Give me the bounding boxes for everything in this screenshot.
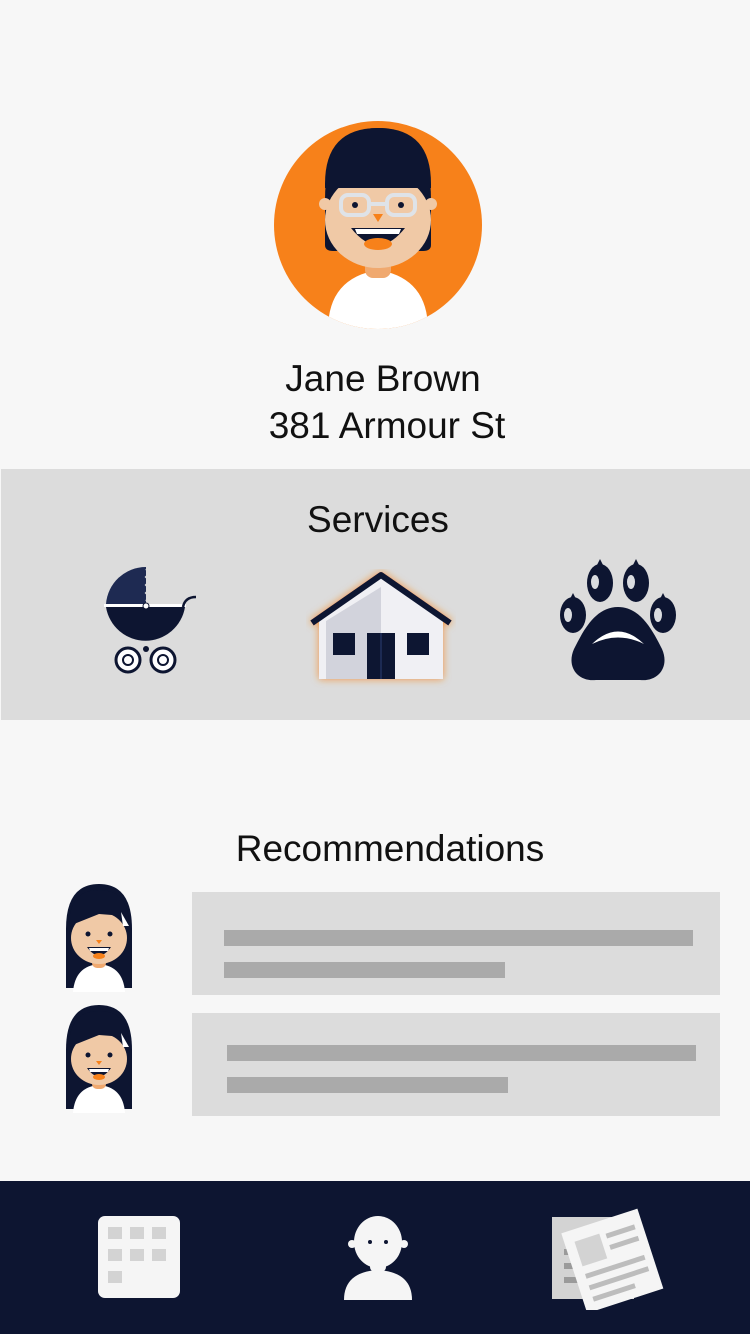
placeholder-line (227, 1077, 508, 1093)
recommendation-card[interactable] (192, 1013, 720, 1116)
paw-icon (560, 559, 676, 681)
recommendation-item[interactable] (0, 884, 750, 996)
stroller-icon (104, 566, 197, 674)
service-house-sitting-button[interactable]: House sitting (306, 569, 456, 689)
recommender-avatar-icon (66, 884, 132, 992)
profile-address: 381 Armour St (268, 405, 506, 446)
bottom-nav: Calendar Profile News (0, 1181, 750, 1334)
nav-news[interactable]: News (552, 1205, 667, 1314)
services-title: Services (307, 499, 449, 540)
placeholder-line (224, 962, 505, 978)
placeholder-line (227, 1045, 696, 1061)
service-pet-care-button[interactable]: Pet care (556, 549, 681, 684)
placeholder-line (224, 930, 693, 946)
profile-header: Jane Brown 381 Armour St (0, 0, 750, 468)
profile-icon (344, 1216, 412, 1300)
recommendations-title: Recommendations (235, 828, 545, 869)
nav-profile[interactable]: Profile (342, 1216, 414, 1302)
profile-name: Jane Brown (285, 358, 481, 399)
services-panel: Services Childcare House sitting (1, 469, 750, 720)
service-childcare-button[interactable]: Childcare (101, 566, 201, 679)
user-avatar-icon[interactable] (273, 120, 483, 330)
news-icon (552, 1208, 664, 1314)
house-icon (310, 572, 452, 679)
recommender-avatar-icon (66, 1005, 132, 1113)
calendar-icon (98, 1216, 180, 1298)
recommendation-item[interactable] (0, 1005, 750, 1117)
nav-calendar[interactable]: Calendar (98, 1216, 182, 1300)
recommendation-card[interactable] (192, 892, 720, 995)
